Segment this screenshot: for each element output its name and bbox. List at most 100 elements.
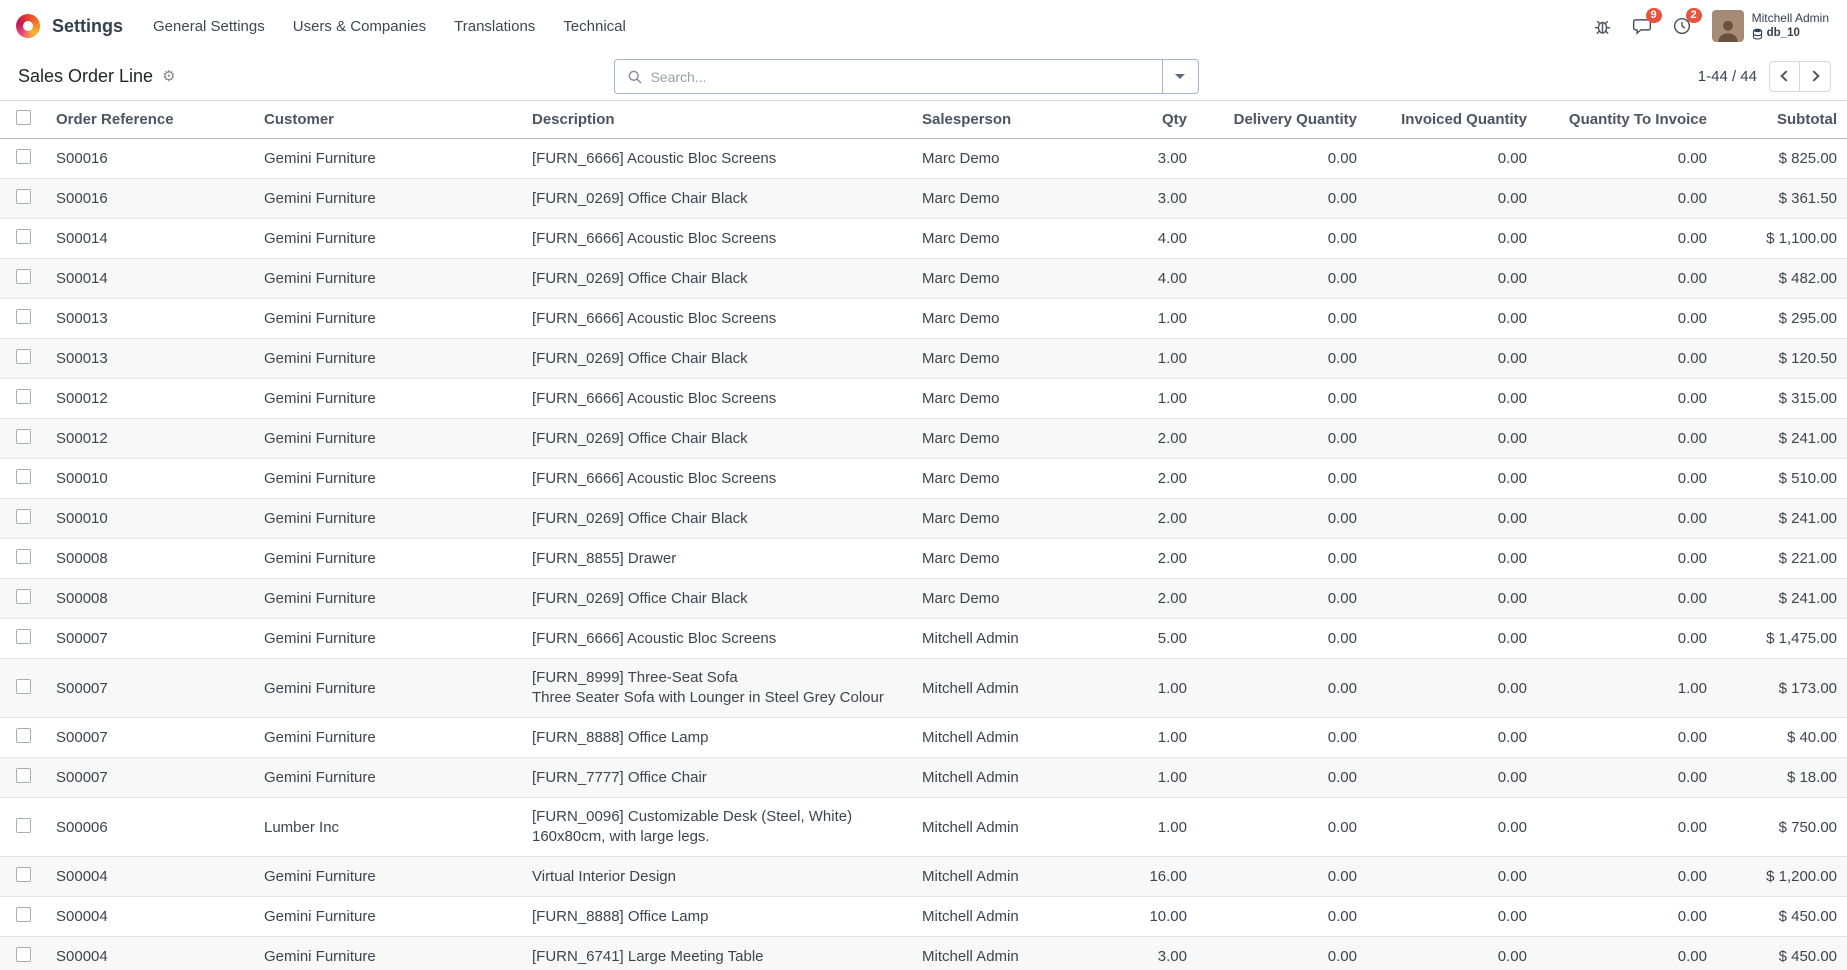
- search-dropdown-toggle[interactable]: [1161, 60, 1197, 93]
- cell-invoiced-qty[interactable]: 0.00: [1367, 459, 1537, 499]
- cell-description[interactable]: [FURN_0269] Office Chair Black: [522, 259, 912, 299]
- debug-bug-icon[interactable]: [1593, 17, 1612, 36]
- cell-order-reference[interactable]: S00008: [46, 539, 254, 579]
- cell-salesperson[interactable]: Marc Demo: [912, 419, 1092, 459]
- cell-salesperson[interactable]: Marc Demo: [912, 539, 1092, 579]
- row-checkbox[interactable]: [16, 589, 31, 604]
- cell-delivery-qty[interactable]: 0.00: [1197, 798, 1367, 857]
- cell-order-reference[interactable]: S00007: [46, 619, 254, 659]
- cell-salesperson[interactable]: Mitchell Admin: [912, 798, 1092, 857]
- cell-delivery-qty[interactable]: 0.00: [1197, 718, 1367, 758]
- table-row[interactable]: S00010Gemini Furniture[FURN_6666] Acoust…: [0, 459, 1847, 499]
- cell-qty[interactable]: 1.00: [1092, 379, 1197, 419]
- cell-order-reference[interactable]: S00013: [46, 339, 254, 379]
- cell-invoiced-qty[interactable]: 0.00: [1367, 339, 1537, 379]
- cell-delivery-qty[interactable]: 0.00: [1197, 937, 1367, 970]
- cell-qty[interactable]: 1.00: [1092, 718, 1197, 758]
- cell-qty[interactable]: 1.00: [1092, 299, 1197, 339]
- column-header-description[interactable]: Description: [522, 101, 912, 139]
- cell-customer[interactable]: Gemini Furniture: [254, 179, 522, 219]
- cell-description[interactable]: [FURN_8855] Drawer: [522, 539, 912, 579]
- cell-salesperson[interactable]: Marc Demo: [912, 499, 1092, 539]
- cell-description[interactable]: [FURN_7777] Office Chair: [522, 758, 912, 798]
- cell-qty[interactable]: 4.00: [1092, 219, 1197, 259]
- cell-qty[interactable]: 2.00: [1092, 459, 1197, 499]
- cell-subtotal[interactable]: $ 173.00: [1717, 659, 1847, 718]
- table-row[interactable]: S00004Gemini Furniture[FURN_8888] Office…: [0, 897, 1847, 937]
- cell-delivery-qty[interactable]: 0.00: [1197, 857, 1367, 897]
- cell-delivery-qty[interactable]: 0.00: [1197, 579, 1367, 619]
- cell-subtotal[interactable]: $ 221.00: [1717, 539, 1847, 579]
- cell-subtotal[interactable]: $ 825.00: [1717, 139, 1847, 179]
- cell-customer[interactable]: Gemini Furniture: [254, 259, 522, 299]
- odoo-apps-logo-icon[interactable]: [16, 14, 40, 38]
- cell-description[interactable]: [FURN_8999] Three-Seat SofaThree Seater …: [522, 659, 912, 718]
- cell-customer[interactable]: Gemini Furniture: [254, 379, 522, 419]
- cell-customer[interactable]: Gemini Furniture: [254, 339, 522, 379]
- user-menu[interactable]: Mitchell Admin db_10: [1712, 10, 1829, 42]
- table-row[interactable]: S00007Gemini Furniture[FURN_8999] Three-…: [0, 659, 1847, 718]
- column-header-qty[interactable]: Qty: [1092, 101, 1197, 139]
- cell-qty-to-invoice[interactable]: 0.00: [1537, 459, 1717, 499]
- row-checkbox[interactable]: [16, 907, 31, 922]
- cell-delivery-qty[interactable]: 0.00: [1197, 139, 1367, 179]
- cell-subtotal[interactable]: $ 482.00: [1717, 259, 1847, 299]
- row-checkbox[interactable]: [16, 269, 31, 284]
- column-header-subtotal[interactable]: Subtotal: [1717, 101, 1847, 139]
- column-header-quantity-to-invoice[interactable]: Quantity To Invoice: [1537, 101, 1717, 139]
- cell-salesperson[interactable]: Marc Demo: [912, 379, 1092, 419]
- cell-invoiced-qty[interactable]: 0.00: [1367, 539, 1537, 579]
- cell-customer[interactable]: Gemini Furniture: [254, 758, 522, 798]
- cell-delivery-qty[interactable]: 0.00: [1197, 897, 1367, 937]
- cell-invoiced-qty[interactable]: 0.00: [1367, 499, 1537, 539]
- cell-qty[interactable]: 3.00: [1092, 139, 1197, 179]
- cell-subtotal[interactable]: $ 1,100.00: [1717, 219, 1847, 259]
- table-row[interactable]: S00007Gemini Furniture[FURN_6666] Acoust…: [0, 619, 1847, 659]
- search-input[interactable]: [650, 60, 1161, 93]
- cell-qty[interactable]: 1.00: [1092, 758, 1197, 798]
- cell-description[interactable]: [FURN_6666] Acoustic Bloc Screens: [522, 459, 912, 499]
- cell-invoiced-qty[interactable]: 0.00: [1367, 897, 1537, 937]
- cell-qty-to-invoice[interactable]: 0.00: [1537, 897, 1717, 937]
- cell-subtotal[interactable]: $ 1,200.00: [1717, 857, 1847, 897]
- cell-order-reference[interactable]: S00010: [46, 459, 254, 499]
- cell-order-reference[interactable]: S00014: [46, 259, 254, 299]
- table-row[interactable]: S00016Gemini Furniture[FURN_0269] Office…: [0, 179, 1847, 219]
- column-header-customer[interactable]: Customer: [254, 101, 522, 139]
- cell-description[interactable]: [FURN_8888] Office Lamp: [522, 897, 912, 937]
- cell-qty-to-invoice[interactable]: 0.00: [1537, 937, 1717, 970]
- cell-qty[interactable]: 1.00: [1092, 339, 1197, 379]
- cell-delivery-qty[interactable]: 0.00: [1197, 539, 1367, 579]
- cell-salesperson[interactable]: Marc Demo: [912, 579, 1092, 619]
- cell-subtotal[interactable]: $ 295.00: [1717, 299, 1847, 339]
- cell-subtotal[interactable]: $ 18.00: [1717, 758, 1847, 798]
- table-row[interactable]: S00012Gemini Furniture[FURN_0269] Office…: [0, 419, 1847, 459]
- cell-order-reference[interactable]: S00014: [46, 219, 254, 259]
- menu-users-companies[interactable]: Users & Companies: [293, 18, 426, 35]
- cell-qty[interactable]: 4.00: [1092, 259, 1197, 299]
- table-row[interactable]: S00008Gemini Furniture[FURN_0269] Office…: [0, 579, 1847, 619]
- cell-invoiced-qty[interactable]: 0.00: [1367, 299, 1537, 339]
- cell-delivery-qty[interactable]: 0.00: [1197, 179, 1367, 219]
- cell-customer[interactable]: Gemini Furniture: [254, 299, 522, 339]
- pager-range[interactable]: 1-44 / 44: [1698, 68, 1757, 85]
- table-row[interactable]: S00007Gemini Furniture[FURN_8888] Office…: [0, 718, 1847, 758]
- row-checkbox[interactable]: [16, 509, 31, 524]
- activities-clock-icon[interactable]: 2: [1672, 16, 1692, 36]
- cell-subtotal[interactable]: $ 510.00: [1717, 459, 1847, 499]
- messages-icon[interactable]: 9: [1632, 16, 1652, 36]
- table-row[interactable]: S00006Lumber Inc[FURN_0096] Customizable…: [0, 798, 1847, 857]
- cell-description[interactable]: [FURN_6666] Acoustic Bloc Screens: [522, 379, 912, 419]
- cell-salesperson[interactable]: Marc Demo: [912, 219, 1092, 259]
- cell-description[interactable]: [FURN_6666] Acoustic Bloc Screens: [522, 139, 912, 179]
- cell-description[interactable]: [FURN_8888] Office Lamp: [522, 718, 912, 758]
- table-row[interactable]: S00012Gemini Furniture[FURN_6666] Acoust…: [0, 379, 1847, 419]
- row-checkbox[interactable]: [16, 309, 31, 324]
- cell-qty[interactable]: 3.00: [1092, 179, 1197, 219]
- cell-order-reference[interactable]: S00004: [46, 937, 254, 970]
- cell-subtotal[interactable]: $ 361.50: [1717, 179, 1847, 219]
- cell-invoiced-qty[interactable]: 0.00: [1367, 579, 1537, 619]
- cell-subtotal[interactable]: $ 241.00: [1717, 579, 1847, 619]
- cell-salesperson[interactable]: Marc Demo: [912, 259, 1092, 299]
- menu-technical[interactable]: Technical: [563, 18, 626, 35]
